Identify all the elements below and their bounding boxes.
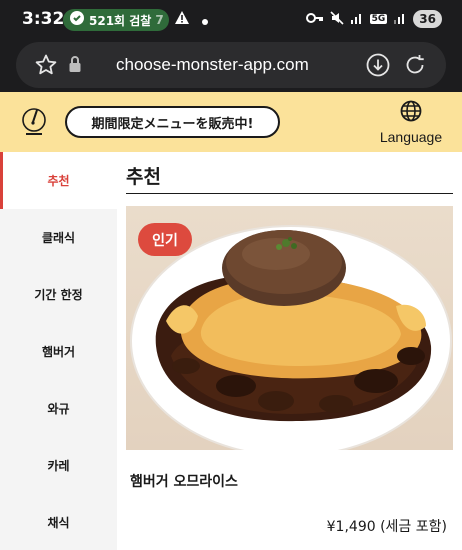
- warning-icon: [174, 10, 190, 29]
- sidebar-item-limited[interactable]: 기간 한정: [0, 266, 117, 323]
- address-bar[interactable]: choose-monster-app.com: [16, 42, 446, 88]
- network-type: 5G: [369, 14, 388, 24]
- notification-count: 7: [155, 13, 164, 27]
- bookmark-star-icon[interactable]: [34, 53, 58, 81]
- menu-item-card[interactable]: 인기 햄버거 오므라이스 ¥1,490 (세금 포함): [126, 206, 453, 550]
- signal-icon-2: [393, 11, 407, 28]
- language-label: Language: [379, 129, 443, 145]
- language-selector[interactable]: Language: [372, 100, 450, 145]
- section-title: 추천: [126, 166, 161, 188]
- sidebar-item-curry[interactable]: 카레: [0, 437, 117, 494]
- section-divider: [126, 193, 453, 194]
- url-text[interactable]: choose-monster-app.com: [116, 55, 309, 75]
- dot-icon: [202, 10, 208, 29]
- signal-icon: [350, 11, 364, 28]
- notification-text: 521회 검찰: [89, 13, 152, 28]
- key-icon: [305, 12, 324, 26]
- menu-item-name[interactable]: 햄버거 오므라이스: [130, 471, 238, 491]
- sidebar-item-vegetarian[interactable]: 채식: [0, 494, 117, 550]
- notification-pill[interactable]: 521회 검찰 7: [63, 9, 169, 31]
- reload-icon[interactable]: [403, 53, 427, 81]
- mute-icon: [330, 10, 344, 28]
- category-sidebar: 추천 클래식 기간 한정 햄버거 와규 카레 채식: [0, 152, 117, 550]
- sidebar-item-recommended[interactable]: 추천: [0, 152, 117, 209]
- brand-logo-icon[interactable]: [20, 106, 48, 136]
- sidebar-item-hamburger[interactable]: 햄버거: [0, 323, 117, 380]
- menu-item-price: ¥1,490 (세금 포함): [327, 516, 447, 536]
- lock-icon[interactable]: [68, 55, 82, 77]
- status-bar: 3:32 521회 검찰 7 5G 36: [0, 0, 462, 40]
- browser-toolbar: choose-monster-app.com: [0, 40, 462, 92]
- download-icon[interactable]: [366, 53, 390, 81]
- sidebar-item-classic[interactable]: 클래식: [0, 209, 117, 266]
- price-tax-note: (세금 포함): [380, 519, 447, 535]
- sidebar-item-wagyu[interactable]: 와규: [0, 380, 117, 437]
- price-value: ¥1,490: [326, 519, 376, 535]
- status-time: 3:32: [22, 9, 65, 29]
- app-notification-icon: [69, 10, 85, 30]
- battery-indicator: 36: [413, 10, 442, 28]
- app-header: 期間限定メニューを販売中! Language: [0, 92, 462, 152]
- globe-icon: [400, 100, 422, 126]
- limited-menu-promo-button[interactable]: 期間限定メニューを販売中!: [65, 106, 280, 138]
- food-image[interactable]: 인기: [126, 206, 453, 450]
- popular-badge: 인기: [138, 223, 192, 256]
